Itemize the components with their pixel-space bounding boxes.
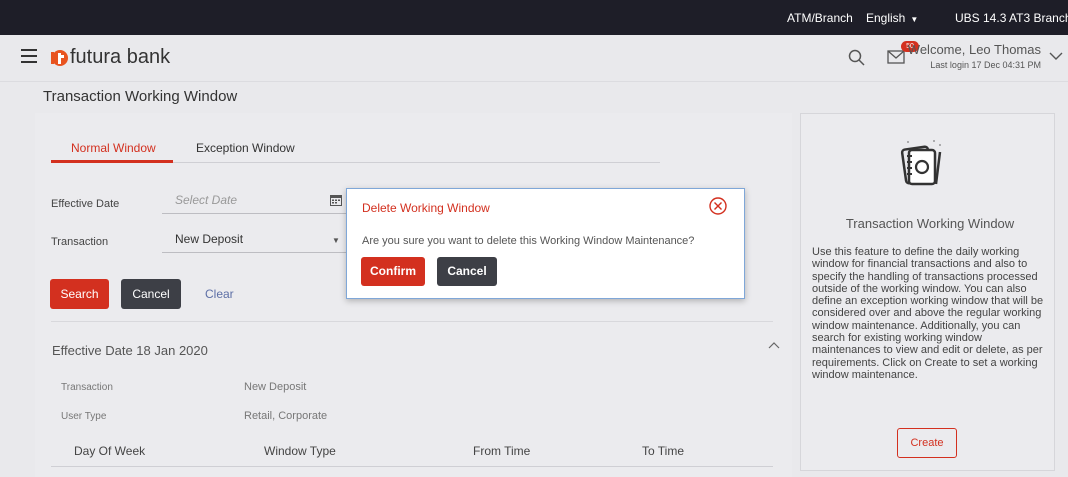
dialog-message: Are you sure you want to delete this Wor… — [362, 235, 695, 247]
detail-label-user-type: User Type — [61, 411, 107, 422]
search-icon[interactable] — [848, 49, 866, 67]
calendar-icon[interactable] — [330, 194, 342, 206]
section-divider — [51, 321, 773, 322]
effective-date-heading: Effective Date 18 Jan 2020 — [52, 343, 208, 358]
detail-value-transaction: New Deposit — [244, 381, 307, 393]
transaction-label: Transaction — [51, 236, 109, 248]
location-link[interactable]: ATM/Branch — [787, 11, 853, 25]
dropdown-caret-icon[interactable]: ▼ — [332, 236, 340, 245]
effective-date-label: Effective Date — [51, 198, 120, 210]
top-bar: ATM/Branch English ▼ UBS 14.3 AT3 Branch▼ — [0, 0, 1068, 35]
app-header: futura bank 50 Welcome, Leo Thomas Last … — [0, 35, 1068, 82]
bank-logo-icon — [51, 50, 68, 66]
help-description: Use this feature to define the daily wor… — [812, 246, 1044, 381]
column-header-window-type: Window Type — [264, 444, 336, 458]
detail-label-transaction: Transaction — [61, 382, 113, 393]
detail-value-user-type: Retail, Corporate — [244, 410, 328, 422]
column-header-from-time: From Time — [473, 444, 531, 458]
welcome-text[interactable]: Welcome, Leo Thomas — [908, 42, 1041, 57]
clear-link[interactable]: Clear — [205, 287, 234, 301]
column-header-day-of-week: Day Of Week — [74, 444, 146, 458]
language-label: English — [866, 11, 906, 25]
dialog-title: Delete Working Window — [362, 201, 490, 215]
last-login-text: Last login 17 Dec 04:31 PM — [930, 60, 1041, 70]
tab-exception-window[interactable]: Exception Window — [196, 141, 295, 155]
effective-date-input[interactable]: Select Date — [175, 193, 237, 207]
column-header-to-time: To Time — [642, 444, 685, 458]
transaction-underline — [162, 252, 346, 253]
search-button[interactable]: Search — [50, 279, 109, 309]
notebook-icon — [900, 140, 942, 186]
tab-normal-window[interactable]: Normal Window — [71, 141, 156, 155]
branch-selector[interactable]: UBS 14.3 AT3 Branch▼ — [955, 11, 1068, 25]
create-button[interactable]: Create — [897, 428, 957, 458]
menu-icon[interactable] — [21, 49, 37, 63]
cancel-button[interactable]: Cancel — [121, 279, 181, 309]
page-title: Transaction Working Window — [43, 88, 238, 105]
delete-confirmation-dialog: Delete Working Window Are you sure you w… — [346, 188, 745, 299]
chevron-up-icon[interactable] — [768, 341, 780, 349]
language-selector[interactable]: English ▼ — [866, 11, 918, 25]
dialog-cancel-button[interactable]: Cancel — [437, 257, 497, 286]
help-title: Transaction Working Window — [845, 216, 1015, 231]
active-tab-indicator — [51, 160, 173, 163]
confirm-button[interactable]: Confirm — [361, 257, 425, 286]
branch-label: UBS 14.3 AT3 Branch — [955, 11, 1068, 25]
chevron-down-icon[interactable] — [1049, 51, 1063, 61]
brand-name: futura bank — [70, 46, 171, 68]
transaction-select[interactable]: New Deposit — [175, 232, 243, 246]
effective-date-underline — [162, 213, 346, 214]
language-caret-icon: ▼ — [910, 15, 919, 24]
close-icon[interactable] — [709, 197, 727, 215]
table-header-divider — [51, 466, 773, 467]
